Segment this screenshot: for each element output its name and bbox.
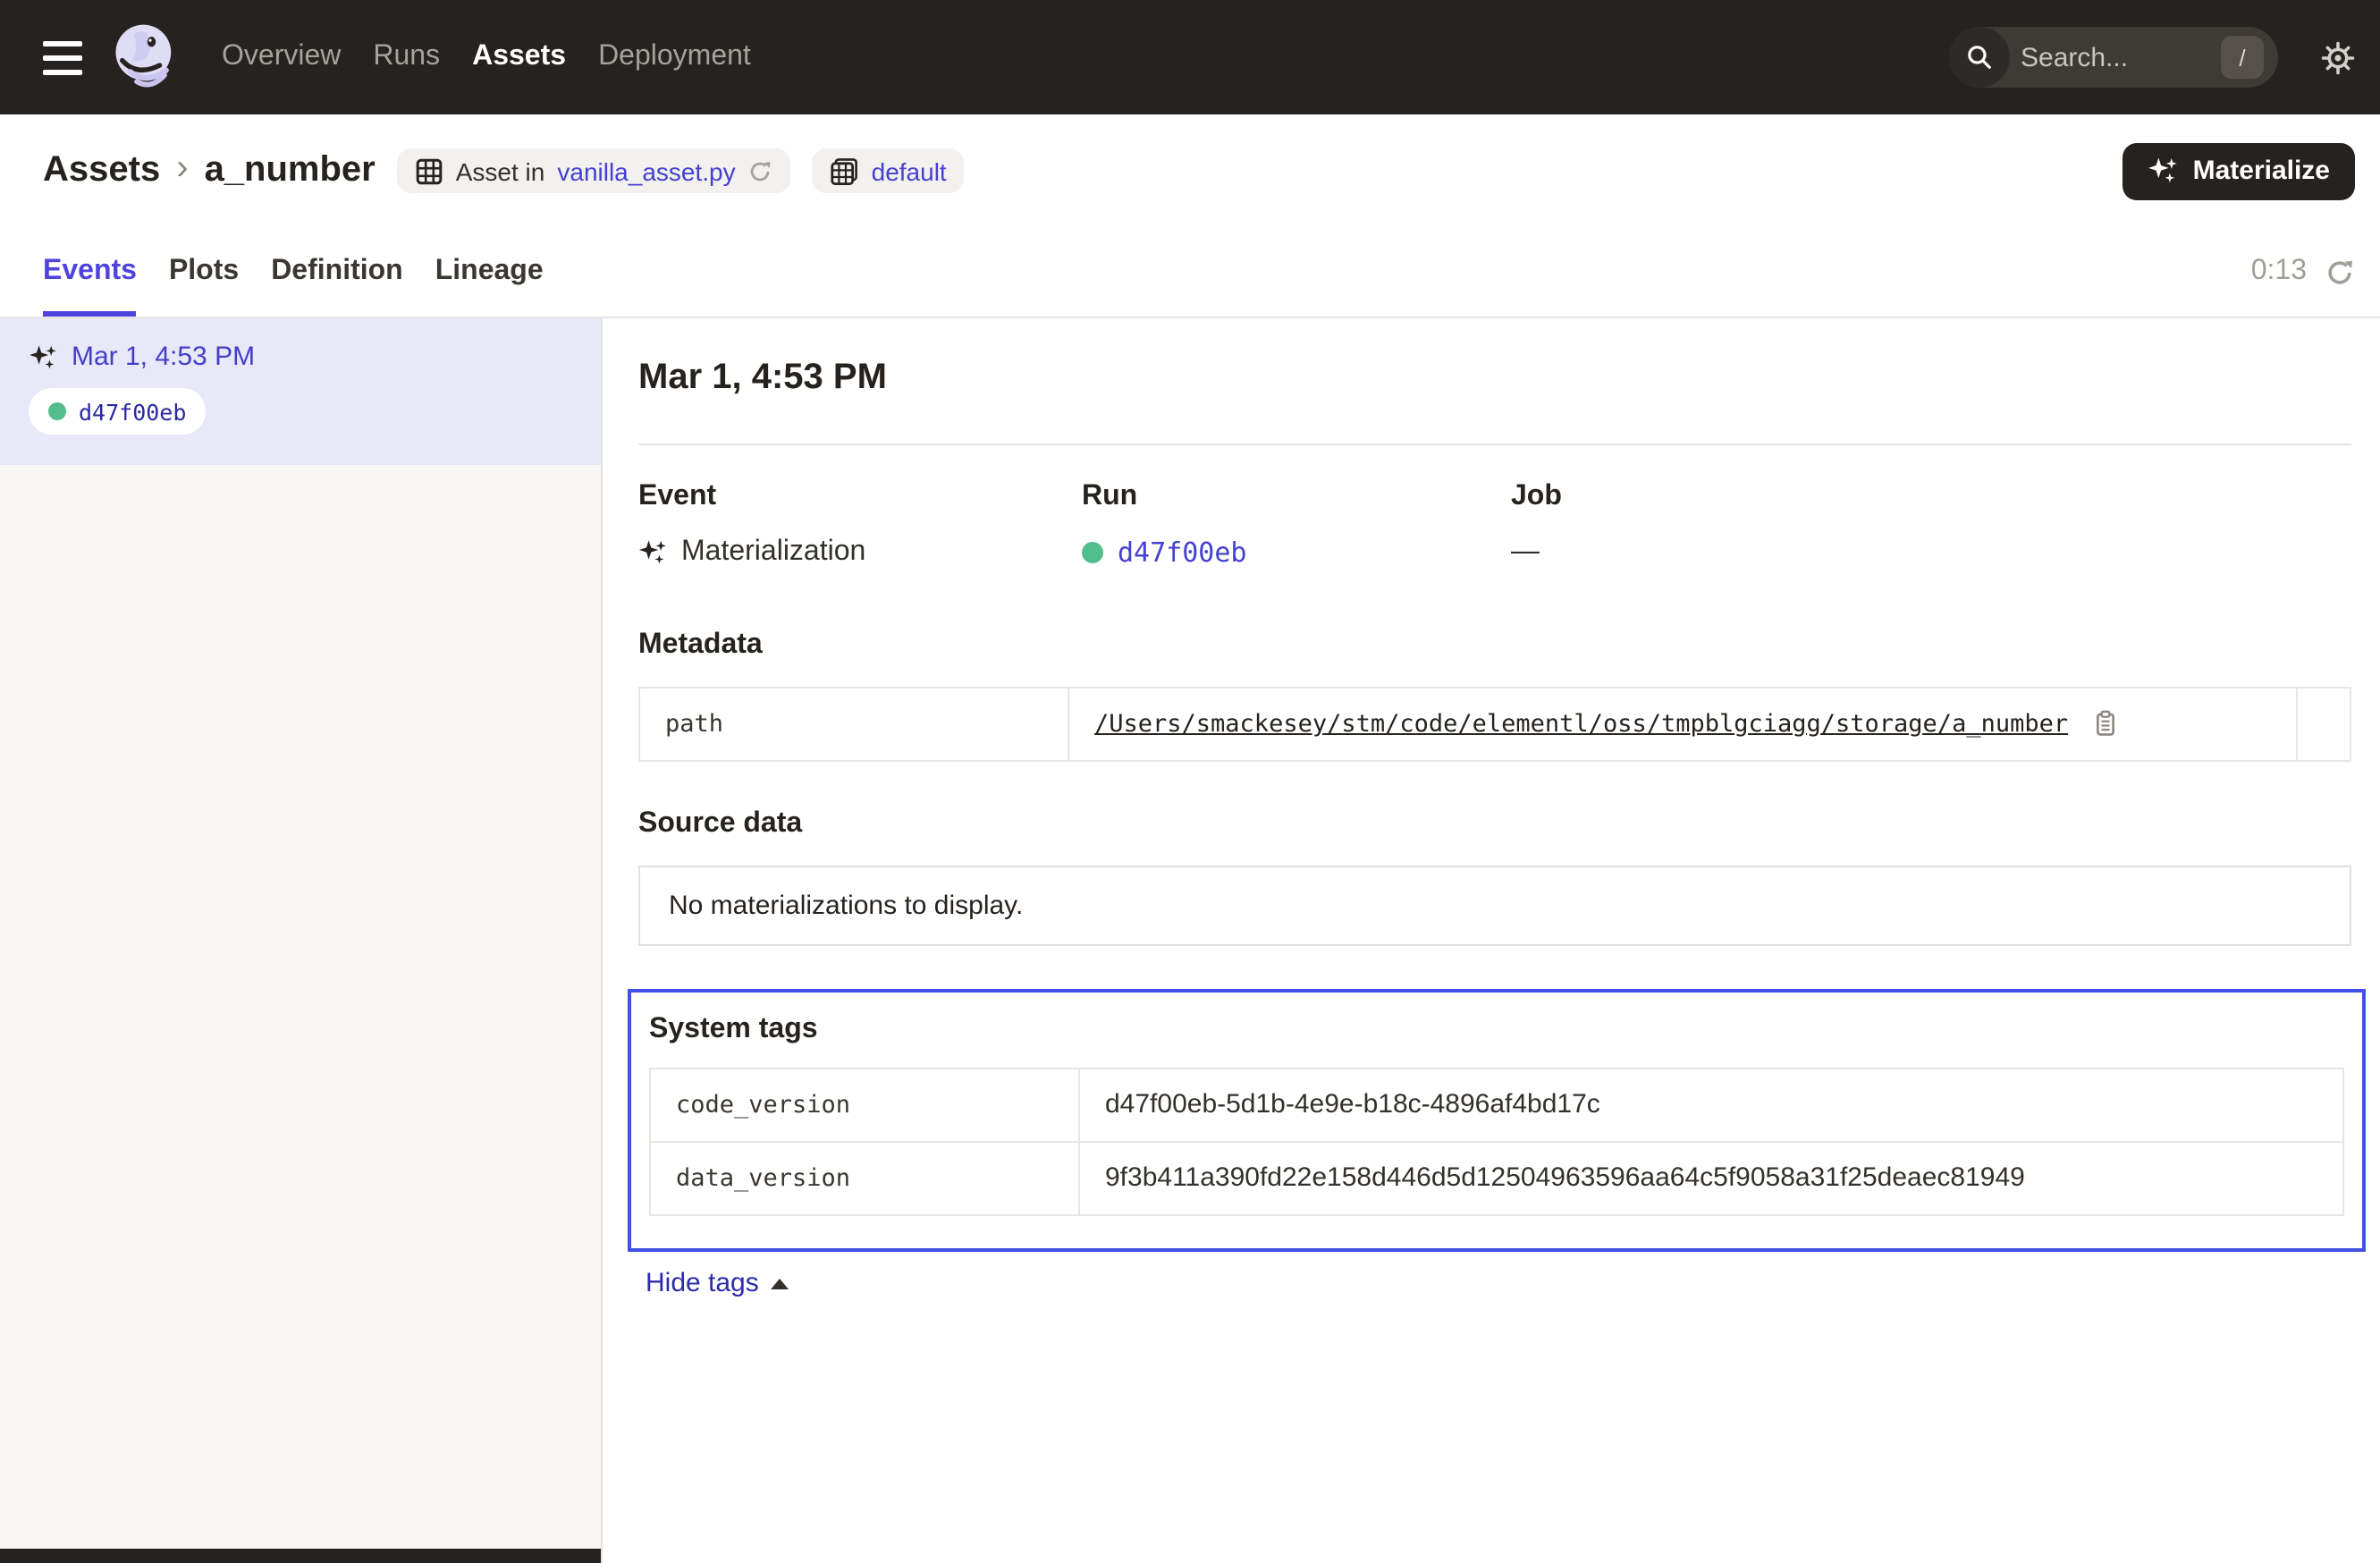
metadata-action-cell [2297,688,2350,761]
tag-value: d47f00eb-5d1b-4e9e-b18c-4896af4bd17c [1079,1069,2343,1142]
nav-item-runs[interactable]: Runs [373,41,440,73]
nav-right: / [1949,27,2355,88]
tag-key: code_version [650,1069,1079,1142]
metadata-path-link[interactable]: /Users/smackesey/stm/code/elementl/oss/t… [1094,710,2068,739]
top-nav: Overview Runs Assets Deployment / [0,0,2380,114]
breadcrumb-assets-link[interactable]: Assets [43,150,160,191]
event-timestamp: Mar 1, 4:53 PM [72,342,255,372]
search-icon [1949,27,2010,88]
system-tags-heading: System tags [649,1014,2344,1046]
source-data-heading: Source data [638,808,2351,841]
page-body: Mar 1, 4:53 PM d47f00eb Mar 1, 4:53 PM E… [0,318,2380,1563]
job-value: — [1511,536,1540,569]
breadcrumb-chevron-icon: › [176,148,188,190]
event-detail-title: Mar 1, 4:53 PM [638,358,2351,399]
event-summary-columns: Event Materialization Run d47f0 [638,481,2351,569]
materialization-sparkles-icon [29,342,57,371]
tab-lineage[interactable]: Lineage [435,227,544,317]
divider [638,444,2351,445]
events-sidebar: Mar 1, 4:53 PM d47f00eb [0,318,603,1563]
metadata-key: path [639,688,1068,761]
sidebar-event-item[interactable]: Mar 1, 4:53 PM d47f00eb [0,318,601,465]
copy-icon[interactable] [2091,710,2118,737]
nav-item-deployment[interactable]: Deployment [598,41,751,73]
nav-item-assets[interactable]: Assets [472,41,566,73]
run-status-dot [1082,542,1103,563]
run-status-dot [48,402,66,420]
breadcrumb: Assets › a_number [43,150,376,191]
table-row: data_version 9f3b411a390fd22e158d446d5d1… [650,1142,2343,1215]
asset-definition-badge: Asset in vanilla_asset.py [397,148,791,193]
asset-group-icon [831,156,859,185]
run-id-label: d47f00eb [79,398,186,425]
hide-tags-label: Hide tags [646,1268,759,1298]
source-data-empty-message: No materializations to display. [638,866,2351,946]
tag-key: data_version [650,1142,1079,1215]
page-title: a_number [205,150,376,191]
asset-badge-prefix: Asset in [456,156,545,185]
tab-plots[interactable]: Plots [169,227,239,317]
reload-definition-icon[interactable] [748,158,773,183]
metadata-section: Metadata path /Users/smackesey/stm/code/… [638,629,2351,762]
tab-definition[interactable]: Definition [271,227,403,317]
hide-tags-link[interactable]: Hide tags [628,1268,789,1298]
search-input[interactable] [2010,42,2221,72]
search-box[interactable]: / [1949,27,2278,88]
materialize-button-label: Materialize [2193,156,2330,186]
run-column-label: Run [1082,481,1511,513]
event-type-label: Materialization [681,536,865,569]
run-id-link[interactable]: d47f00eb [1118,536,1247,569]
sparkles-icon [2148,156,2179,186]
metadata-heading: Metadata [638,629,2351,662]
refresh-status: 0:13 [2251,227,2355,317]
table-row: path /Users/smackesey/stm/code/elementl/… [639,688,2350,761]
dagster-logo-icon[interactable] [111,21,182,93]
page-header: Assets › a_number Asset in vanilla_asset… [0,114,2380,227]
table-row: code_version d47f00eb-5d1b-4e9e-b18c-489… [650,1069,2343,1142]
job-column-label: Job [1511,481,1562,513]
event-detail-panel: Mar 1, 4:53 PM Event Materialization [603,318,2380,1563]
asset-group-badge[interactable]: default [813,148,965,193]
system-tags-table: code_version d47f00eb-5d1b-4e9e-b18c-489… [649,1068,2344,1216]
source-data-section: Source data No materializations to displ… [638,808,2351,946]
metadata-table: path /Users/smackesey/stm/code/elementl/… [638,687,2351,762]
hamburger-menu-icon[interactable] [43,40,82,74]
materialization-sparkles-icon [638,538,667,567]
asset-file-link[interactable]: vanilla_asset.py [557,156,735,185]
materialize-button[interactable]: Materialize [2123,142,2355,199]
run-id-chip[interactable]: d47f00eb [29,388,206,435]
nav-item-overview[interactable]: Overview [222,41,341,73]
group-badge-label: default [872,156,947,185]
tab-events[interactable]: Events [43,227,137,317]
gear-icon[interactable] [2321,40,2355,74]
grid-table-icon [415,156,443,185]
refresh-countdown: 0:13 [2251,256,2307,288]
caret-up-icon [772,1278,789,1288]
system-tags-section: System tags code_version d47f00eb-5d1b-4… [628,989,2366,1252]
sidebar-bottom-bar [0,1549,601,1563]
primary-nav: Overview Runs Assets Deployment [222,41,751,73]
tag-value: 9f3b411a390fd22e158d446d5d12504963596aa6… [1079,1142,2343,1215]
app-window: Overview Runs Assets Deployment / [0,0,2380,1563]
event-column-label: Event [638,481,1082,513]
refresh-icon[interactable] [2325,257,2355,287]
search-shortcut-key: / [2221,36,2264,79]
tabs-bar: Events Plots Definition Lineage 0:13 [0,227,2380,318]
